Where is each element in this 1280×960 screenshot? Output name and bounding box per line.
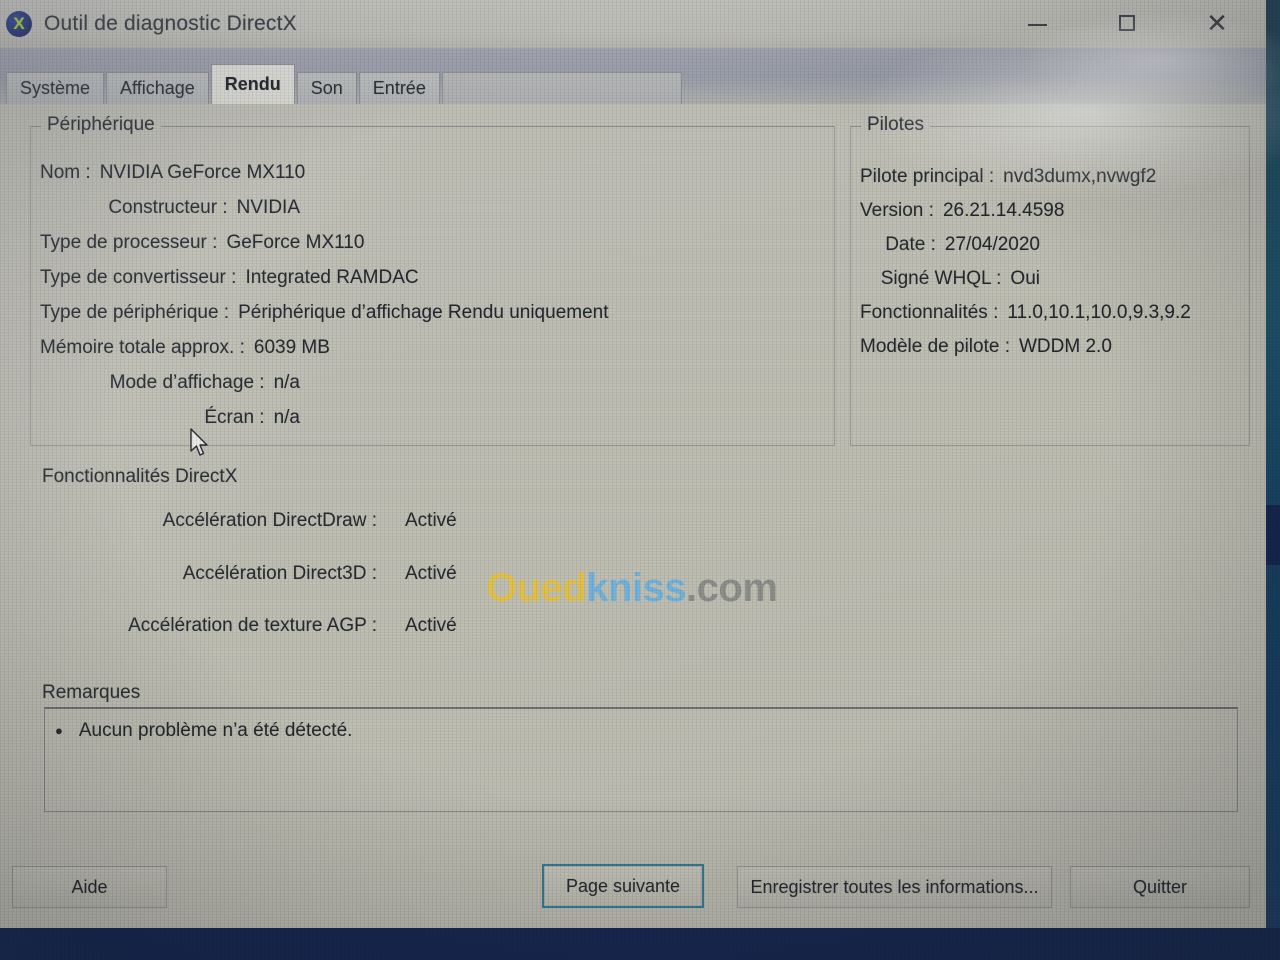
driver-row-modele-pilote: Modèle de pilote : WDDM 2.0 xyxy=(860,336,1112,358)
row-label: Date : xyxy=(885,234,936,255)
title-bar[interactable]: X Outil de diagnostic DirectX ✕ xyxy=(0,0,1266,48)
ouedkniss-watermark: Ouedkniss.com xyxy=(486,566,778,611)
row-value: Périphérique d’affichage Rendu uniquemen… xyxy=(238,302,609,323)
driver-row-signe-whql: Signé WHQL : Oui xyxy=(860,268,1040,290)
windows-taskbar[interactable] xyxy=(0,928,1280,960)
driver-row-date: Date : 27/04/2020 xyxy=(860,234,1040,256)
row-value: Activé xyxy=(405,510,457,531)
row-label: Fonctionnalités : xyxy=(860,302,999,323)
row-label: Accélération Direct3D : xyxy=(182,563,377,584)
tab-entree[interactable]: Entrée xyxy=(358,72,440,104)
row-label: Type de périphérique : xyxy=(40,302,230,323)
remarks-text: Aucun problème n’a été détecté. xyxy=(78,720,353,741)
tab-son[interactable]: Son xyxy=(296,72,357,104)
tab-systeme[interactable]: Système xyxy=(6,72,105,104)
row-label: Type de processeur : xyxy=(40,232,218,253)
next-page-button-label: Page suivante xyxy=(565,875,681,896)
row-value: Oui xyxy=(1010,268,1040,289)
remarks-list-item: ● Aucun problème n’a été détecté. xyxy=(55,720,352,742)
tab-rendu[interactable]: Rendu xyxy=(210,64,295,104)
next-page-button[interactable]: Page suivante xyxy=(542,864,704,908)
row-value: 27/04/2020 xyxy=(944,234,1040,255)
desktop-background-right-edge xyxy=(1266,0,1280,928)
row-label: Modèle de pilote : xyxy=(860,336,1010,357)
row-label: Type de convertisseur : xyxy=(40,267,237,288)
device-row-type-processeur: Type de processeur : GeForce MX110 xyxy=(40,232,364,254)
row-label: Accélération de texture AGP : xyxy=(128,615,377,636)
row-value: WDDM 2.0 xyxy=(1019,336,1112,357)
dx-row-directdraw: Accélération DirectDraw : Activé xyxy=(42,510,457,532)
drivers-group-legend: Pilotes xyxy=(861,114,931,136)
photographed-screen: X Outil de diagnostic DirectX ✕ Système … xyxy=(0,0,1280,960)
tab-label: Affichage xyxy=(120,78,195,98)
device-row-memoire-totale: Mémoire totale approx. : 6039 MB xyxy=(40,337,330,359)
remarks-textbox[interactable]: ● Aucun problème n’a été détecté. xyxy=(44,707,1238,812)
device-row-type-convertisseur: Type de convertisseur : Integrated RAMDA… xyxy=(40,267,419,289)
row-label: Mémoire totale approx. : xyxy=(40,337,245,358)
row-value: Activé xyxy=(405,563,457,584)
desktop-icon-blob xyxy=(1266,505,1280,565)
tab-strip-filler xyxy=(441,72,682,104)
row-value: 11.0,10.1,10.0,9.3,9.2 xyxy=(1007,302,1191,323)
window-title: Outil de diagnostic DirectX xyxy=(44,12,297,35)
device-row-ecran: Écran : n/a xyxy=(40,407,300,429)
row-value: NVIDIA GeForce MX110 xyxy=(99,162,306,183)
dx-row-direct3d: Accélération Direct3D : Activé xyxy=(42,563,457,585)
tab-affichage[interactable]: Affichage xyxy=(106,72,209,104)
row-value: 6039 MB xyxy=(253,337,330,358)
quit-button-label: Quitter xyxy=(1132,876,1188,897)
tab-label: Système xyxy=(20,78,91,98)
row-label: Constructeur : xyxy=(108,197,228,218)
row-value: Activé xyxy=(405,615,457,636)
help-button[interactable]: Aide xyxy=(12,866,167,908)
row-label: Écran : xyxy=(204,407,265,428)
dx-row-texture-agp: Accélération de texture AGP : Activé xyxy=(42,615,457,637)
tab-content-rendu: Périphérique Nom : NVIDIA GeForce MX110 … xyxy=(0,104,1266,928)
device-row-constructeur: Constructeur : NVIDIA xyxy=(40,197,300,219)
watermark-part-3: .com xyxy=(686,566,778,610)
driver-row-fonctionnalites: Fonctionnalités : 11.0,10.1,10.0,9.3,9.2 xyxy=(860,302,1191,324)
watermark-part-2: kniss xyxy=(586,566,687,610)
tab-strip: Système Affichage Rendu Son Entrée xyxy=(0,48,1266,104)
minimize-icon[interactable] xyxy=(1004,0,1070,46)
row-label: Nom : xyxy=(40,162,91,183)
tab-label: Rendu xyxy=(224,74,281,94)
quit-button[interactable]: Quitter xyxy=(1070,866,1250,908)
row-value: n/a xyxy=(273,407,300,428)
remarks-title: Remarques xyxy=(42,682,141,703)
device-row-nom: Nom : NVIDIA GeForce MX110 xyxy=(40,162,305,184)
row-value: 26.21.14.4598 xyxy=(942,200,1065,221)
directx-features-title: Fonctionnalités DirectX xyxy=(42,466,238,487)
device-row-mode-affichage: Mode d’affichage : n/a xyxy=(40,372,300,394)
tab-label: Son xyxy=(310,78,343,98)
row-label: Pilote principal : xyxy=(860,166,995,187)
save-all-information-button-label: Enregistrer toutes les informations... xyxy=(750,876,1039,897)
row-value: GeForce MX110 xyxy=(226,232,365,253)
device-group-legend: Périphérique xyxy=(41,114,161,136)
close-icon[interactable]: ✕ xyxy=(1184,0,1250,46)
row-value: n/a xyxy=(273,372,300,393)
dxdiag-window: X Outil de diagnostic DirectX ✕ Système … xyxy=(0,0,1266,928)
directx-logo-icon: X xyxy=(6,11,32,37)
row-value: nvd3dumx,nvwgf2 xyxy=(1003,166,1157,187)
row-value: NVIDIA xyxy=(236,197,300,218)
row-value: Integrated RAMDAC xyxy=(245,267,419,288)
driver-row-version: Version : 26.21.14.4598 xyxy=(860,200,1064,222)
maximize-icon[interactable] xyxy=(1094,0,1160,46)
tab-label: Entrée xyxy=(372,78,426,98)
driver-row-pilote-principal: Pilote principal : nvd3dumx,nvwgf2 xyxy=(860,166,1156,188)
help-button-label: Aide xyxy=(71,876,108,897)
row-label: Accélération DirectDraw : xyxy=(162,510,377,531)
watermark-part-1: Oued xyxy=(486,566,587,610)
row-label: Signé WHQL : xyxy=(880,268,1002,289)
device-row-type-peripherique: Type de périphérique : Périphérique d’af… xyxy=(40,302,609,324)
row-label: Mode d’affichage : xyxy=(109,372,265,393)
save-all-information-button[interactable]: Enregistrer toutes les informations... xyxy=(737,866,1052,908)
bullet-icon: ● xyxy=(55,723,63,739)
row-label: Version : xyxy=(860,200,934,221)
